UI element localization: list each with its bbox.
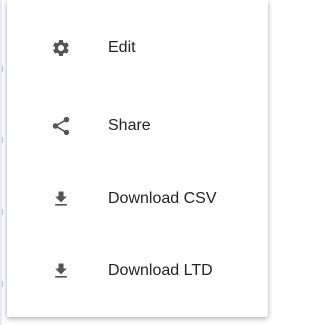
menu-item-share[interactable]: Share	[7, 89, 268, 163]
menu-item-download-ltd[interactable]: Download LTD	[7, 234, 268, 308]
gear-icon	[49, 36, 73, 60]
menu-item-edit[interactable]: Edit	[7, 11, 268, 85]
background-edge	[0, 0, 2, 325]
menu-item-label: Share	[108, 117, 151, 134]
share-icon	[49, 114, 73, 138]
menu-item-label: Edit	[108, 39, 136, 56]
download-icon	[49, 187, 73, 211]
menu-item-label: Download LTD	[108, 262, 213, 279]
menu-item-label: Download CSV	[108, 190, 217, 207]
context-menu: Edit Share Download CSV Download LTD	[7, 0, 268, 317]
download-icon	[49, 259, 73, 283]
menu-item-download-csv[interactable]: Download CSV	[7, 162, 268, 236]
